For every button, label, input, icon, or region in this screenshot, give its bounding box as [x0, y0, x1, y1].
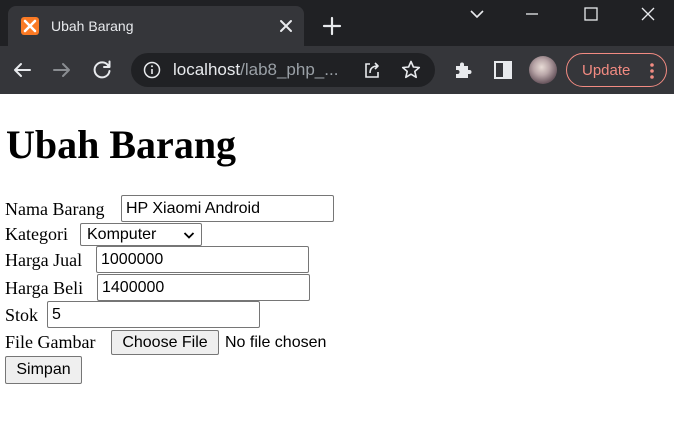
file-gambar-label: File Gambar: [5, 332, 96, 352]
tab-strip: Ubah Barang: [0, 0, 674, 46]
bookmark-star-icon[interactable]: [400, 59, 422, 81]
address-bar[interactable]: localhost/lab8_php_...: [131, 53, 435, 87]
kebab-menu-icon[interactable]: [647, 61, 657, 81]
form-row-harga-beli: Harga Beli: [5, 274, 315, 301]
simpan-button[interactable]: Simpan: [5, 356, 82, 384]
address-url: localhost/lab8_php_...: [173, 60, 338, 80]
harga-beli-label: Harga Beli: [5, 278, 84, 298]
form-row-stok: Stok: [5, 301, 265, 328]
profile-avatar[interactable]: [529, 56, 557, 84]
xampp-icon: [21, 17, 39, 35]
minimize-icon[interactable]: [520, 2, 544, 26]
choose-file-button[interactable]: Choose File: [111, 330, 219, 355]
nama-barang-label: Nama Barang: [5, 199, 105, 219]
extensions-puzzle-icon[interactable]: [451, 58, 475, 82]
form-row-harga-jual: Harga Jual: [5, 246, 315, 273]
harga-jual-label: Harga Jual: [5, 250, 83, 270]
form-row-nama-barang: Nama Barang: [5, 195, 345, 222]
maximize-icon[interactable]: [579, 2, 603, 26]
kategori-label: Kategori: [5, 224, 68, 244]
chevron-down-icon: [182, 228, 196, 242]
side-panel-icon[interactable]: [491, 58, 515, 82]
harga-beli-input[interactable]: [97, 274, 310, 301]
nama-barang-input[interactable]: [121, 195, 334, 222]
page-content: Ubah Barang Nama Barang Kategori Kompute…: [0, 94, 674, 442]
tab-title: Ubah Barang: [51, 18, 134, 34]
close-tab-icon[interactable]: [276, 16, 296, 36]
browser-window: Ubah Barang localhost/lab8_php_... Updat…: [0, 0, 674, 94]
tab-search-icon[interactable]: [465, 2, 489, 26]
harga-jual-input[interactable]: [96, 246, 309, 273]
file-status-text: No file chosen: [225, 334, 327, 351]
stok-label: Stok: [5, 305, 39, 325]
update-label: Update: [582, 62, 631, 79]
kategori-selected-value: Komputer: [87, 226, 157, 243]
toolbar: localhost/lab8_php_... Update: [0, 46, 674, 94]
share-icon[interactable]: [361, 59, 383, 81]
site-info-icon[interactable]: [143, 61, 161, 79]
back-arrow-icon[interactable]: [10, 58, 34, 82]
stok-input[interactable]: [47, 301, 260, 328]
form-row-file-gambar: File Gambar Choose File No file chosen: [5, 330, 345, 356]
close-window-icon[interactable]: [636, 2, 660, 26]
tab-active[interactable]: Ubah Barang: [8, 6, 304, 46]
page-title: Ubah Barang: [6, 122, 237, 167]
new-tab-icon[interactable]: [320, 14, 344, 38]
forward-arrow-icon[interactable]: [50, 58, 74, 82]
kategori-select[interactable]: Komputer: [80, 223, 202, 246]
address-path: /lab8_php_...: [240, 60, 339, 79]
address-host: localhost: [173, 60, 241, 79]
reload-icon[interactable]: [90, 58, 114, 82]
update-button[interactable]: Update: [566, 53, 667, 87]
